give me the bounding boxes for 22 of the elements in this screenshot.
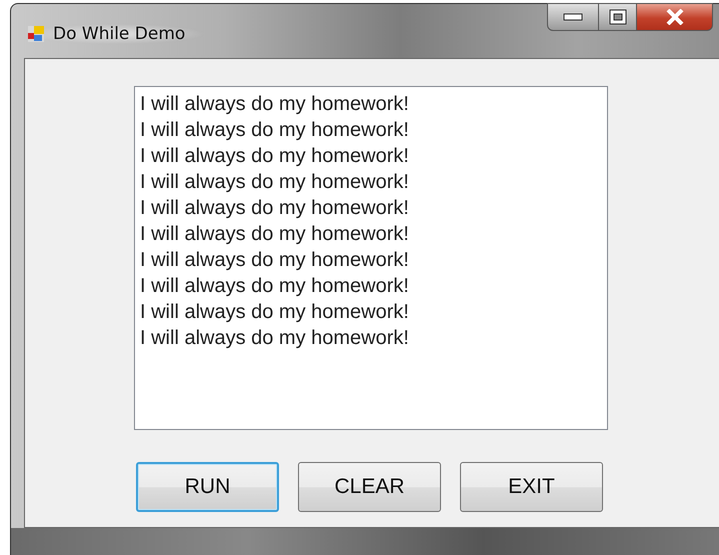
maximize-button[interactable] xyxy=(599,3,637,31)
list-item[interactable]: I will always do my homework! xyxy=(140,247,602,273)
list-item[interactable]: I will always do my homework! xyxy=(140,91,602,117)
close-icon xyxy=(664,9,684,25)
app-icon xyxy=(27,25,45,43)
minimize-button[interactable] xyxy=(547,3,599,31)
list-item[interactable]: I will always do my homework! xyxy=(140,221,602,247)
list-item[interactable]: I will always do my homework! xyxy=(140,273,602,299)
list-box[interactable] xyxy=(134,86,608,430)
clear-button[interactable]: CLEAR xyxy=(298,462,441,512)
window-title: Do While Demo xyxy=(53,24,186,44)
run-button[interactable]: RUN xyxy=(136,462,279,512)
minimize-icon xyxy=(563,13,583,21)
list-item[interactable]: I will always do my homework! xyxy=(140,195,602,221)
list-item[interactable]: I will always do my homework! xyxy=(140,325,602,351)
close-button[interactable] xyxy=(637,3,713,31)
exit-button[interactable]: EXIT xyxy=(460,462,603,512)
list-item[interactable]: I will always do my homework! xyxy=(140,169,602,195)
list-item[interactable]: I will always do my homework! xyxy=(140,117,602,143)
list-item[interactable]: I will always do my homework! xyxy=(140,299,602,325)
maximize-icon xyxy=(608,9,626,25)
list-item[interactable]: I will always do my homework! xyxy=(140,143,602,169)
